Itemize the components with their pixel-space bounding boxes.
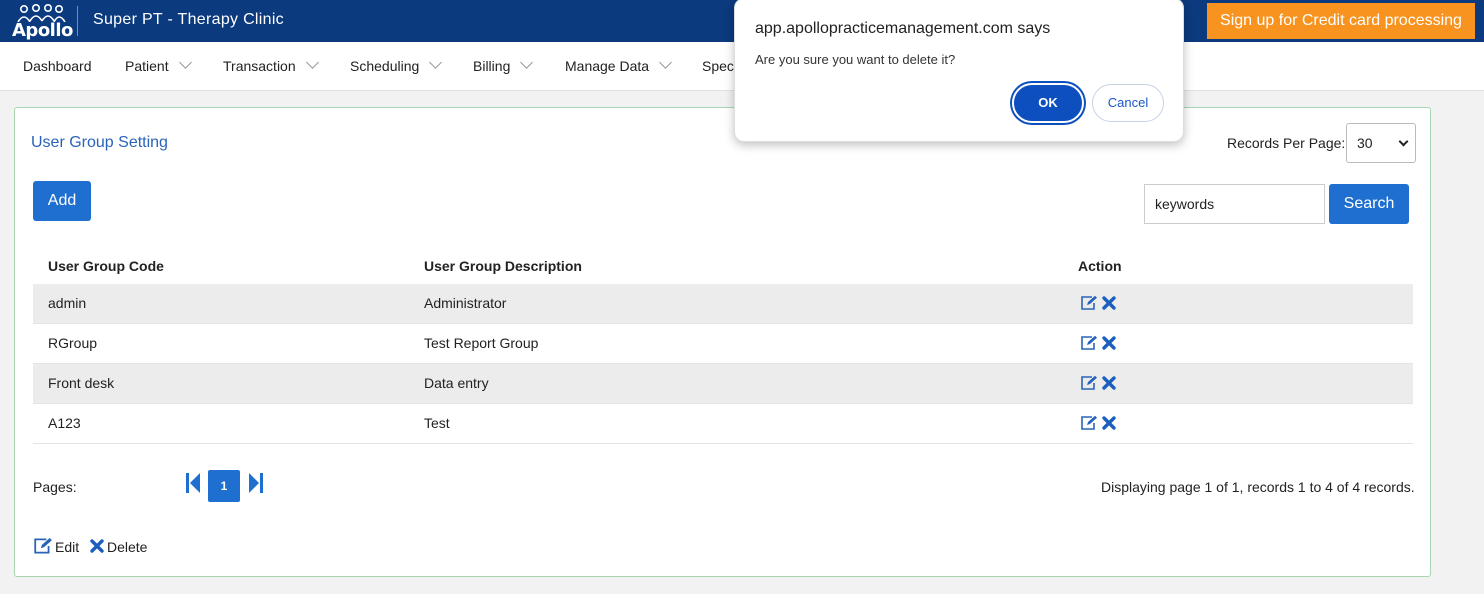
table-row: admin Administrator (33, 284, 1413, 324)
delete-icon[interactable] (1102, 376, 1116, 390)
nav-billing[interactable]: Billing (473, 56, 534, 74)
nav-label: Scheduling (350, 58, 420, 74)
edit-legend-icon (34, 538, 52, 554)
nav-spec[interactable]: Spec (702, 58, 734, 74)
cancel-button[interactable]: Cancel (1092, 84, 1164, 122)
page-number-button[interactable]: 1 (208, 470, 240, 502)
nav-transaction[interactable]: Transaction (223, 56, 319, 74)
edit-legend-label: Edit (55, 539, 80, 555)
cell-group-description: Test (424, 415, 450, 431)
cell-group-description: Administrator (424, 295, 507, 311)
pagination-status: Displaying page 1 of 1, records 1 to 4 o… (1101, 479, 1415, 495)
chevron-down-icon (178, 56, 192, 69)
column-header-description: User Group Description (424, 258, 582, 274)
confirm-delete-dialog: app.apollopracticemanagement.com says Ar… (734, 0, 1184, 142)
nav-label: Transaction (223, 58, 296, 74)
delete-icon[interactable] (1102, 336, 1116, 350)
user-group-panel: User Group Setting Records Per Page: 30 … (14, 107, 1431, 577)
edit-icon[interactable] (1080, 375, 1098, 391)
table-row: RGroup Test Report Group (33, 324, 1413, 364)
delete-legend-icon (90, 539, 104, 553)
header-divider (77, 6, 78, 36)
chevron-down-icon (520, 56, 534, 69)
nav-label: Patient (125, 58, 169, 74)
chevron-down-icon (429, 56, 443, 69)
records-per-page-value: 30 (1357, 135, 1373, 151)
nav-label: Dashboard (23, 58, 92, 74)
nav-patient[interactable]: Patient (125, 56, 192, 74)
cell-group-code: RGroup (48, 335, 98, 351)
apollo-logo[interactable]: Apollo (8, 2, 73, 41)
nav-manage-data[interactable]: Manage Data (565, 56, 672, 74)
delete-legend-label: Delete (107, 539, 148, 555)
nav-label: Manage Data (565, 58, 650, 74)
chevron-down-icon (659, 56, 672, 69)
cell-group-description: Data entry (424, 375, 489, 391)
ok-button[interactable]: OK (1012, 83, 1084, 123)
table-row: Front desk Data entry (33, 364, 1413, 404)
cell-group-code: Front desk (48, 375, 115, 391)
add-button[interactable]: Add (33, 181, 91, 221)
edit-icon[interactable] (1080, 335, 1098, 351)
search-input[interactable]: keywords (1144, 184, 1325, 224)
delete-icon[interactable] (1102, 296, 1116, 310)
chevron-down-icon (305, 56, 319, 69)
edit-icon[interactable] (1080, 415, 1098, 431)
cell-group-code: A123 (48, 415, 81, 431)
logo-text: Apollo (12, 20, 73, 41)
dialog-message: Are you sure you want to delete it? (755, 52, 956, 67)
nav-label: Spec (702, 58, 734, 74)
records-per-page-label: Records Per Page: (1227, 135, 1346, 151)
chevron-down-icon (1398, 136, 1409, 147)
page-title: User Group Setting (31, 134, 168, 151)
pages-label: Pages: (33, 479, 77, 495)
table-row: A123 Test (33, 404, 1413, 444)
last-page-icon[interactable] (248, 472, 264, 494)
cell-group-description: Test Report Group (424, 335, 539, 351)
first-page-icon[interactable] (185, 472, 201, 494)
dialog-title: app.apollopracticemanagement.com says (755, 20, 1051, 37)
column-header-action: Action (1078, 258, 1122, 274)
clinic-name: Super PT - Therapy Clinic (93, 11, 284, 28)
table-header: User Group Code User Group Description A… (33, 251, 1413, 284)
cell-group-code: admin (48, 295, 87, 311)
records-per-page-select[interactable]: 30 (1346, 123, 1416, 163)
credit-card-signup-button[interactable]: Sign up for Credit card processing (1207, 3, 1475, 39)
nav-dashboard[interactable]: Dashboard (23, 58, 92, 74)
edit-icon[interactable] (1080, 295, 1098, 311)
nav-label: Billing (473, 58, 511, 74)
delete-icon[interactable] (1102, 416, 1116, 430)
column-header-code: User Group Code (48, 258, 164, 274)
search-button[interactable]: Search (1329, 184, 1409, 224)
nav-scheduling[interactable]: Scheduling (350, 56, 443, 74)
